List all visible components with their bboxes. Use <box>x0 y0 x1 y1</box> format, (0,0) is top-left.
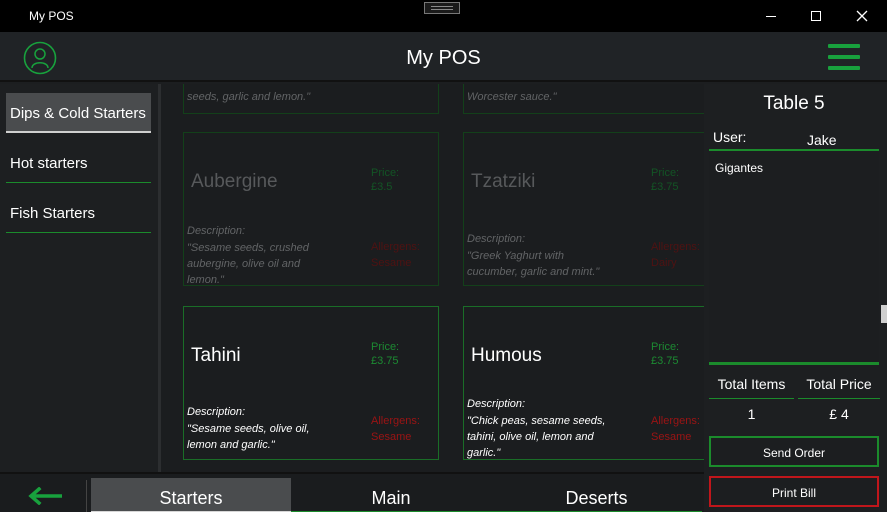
minimize-button[interactable] <box>749 0 795 32</box>
order-item[interactable]: Gigantes <box>715 161 763 175</box>
product-card-tzatziki[interactable]: Tzatziki Price: £3.75 Description: "Gree… <box>463 132 704 286</box>
total-price-value: £ 4 <box>829 406 849 422</box>
order-panel: Table 5 User: Jake Gigantes Total Items … <box>704 84 887 512</box>
divider <box>709 362 879 365</box>
window-title: My POS <box>29 9 74 23</box>
allergens-label: Allergens: <box>651 415 700 427</box>
sidebar-item-hot-starters[interactable]: Hot starters <box>6 143 151 183</box>
order-items-list[interactable]: Gigantes <box>709 151 879 363</box>
price-label: Price: <box>651 167 680 179</box>
product-description: seeds, garlic and lemon." <box>187 91 311 103</box>
price-label: Price: <box>371 167 400 179</box>
hamburger-menu-icon[interactable] <box>828 44 860 70</box>
maximize-button[interactable] <box>795 0 841 32</box>
divider <box>86 480 87 512</box>
product-description: "Sesame seeds, crushed aubergine, olive … <box>187 242 309 286</box>
allergens-value: Sesame <box>651 431 692 443</box>
product-name: Aubergine <box>191 171 278 192</box>
product-card-partial[interactable]: Worcester sauce." <box>463 84 704 114</box>
course-tab-bar: Starters Main Deserts <box>0 472 704 512</box>
product-description: "Sesame seeds, olive oil, lemon and garl… <box>187 423 310 451</box>
user-label: User: <box>713 129 747 145</box>
tab-main[interactable]: Main <box>291 478 491 512</box>
total-items-value: 1 <box>747 406 756 422</box>
product-name: Tzatziki <box>471 171 536 192</box>
app-header: My POS <box>0 32 887 82</box>
print-bill-button[interactable]: Print Bill <box>709 476 879 507</box>
price-value: £3.5 <box>371 181 393 193</box>
product-card-humous[interactable]: Humous Price: £3.75 Description: "Chick … <box>463 306 704 460</box>
tab-deserts[interactable]: Deserts <box>491 478 702 512</box>
product-grid: seeds, garlic and lemon." Worcester sauc… <box>161 84 704 472</box>
window-titlebar: My POS <box>0 0 887 32</box>
total-items-label: Total Items <box>709 370 794 399</box>
product-description: "Greek Yaghurt with cucumber, garlic and… <box>467 250 600 278</box>
product-description: "Chick peas, sesame seeds, tahini, olive… <box>467 415 606 459</box>
user-value: Jake <box>807 132 837 148</box>
scrollbar-thumb[interactable] <box>881 305 887 323</box>
price-label: Price: <box>651 341 680 353</box>
description-label: Description: <box>467 233 526 245</box>
total-price-label: Total Price <box>798 370 880 399</box>
product-description: Worcester sauce." <box>467 91 557 103</box>
back-arrow-icon <box>28 487 62 505</box>
minimize-icon <box>766 16 776 17</box>
product-card-partial[interactable]: seeds, garlic and lemon." <box>183 84 439 114</box>
tab-starters[interactable]: Starters <box>91 478 291 512</box>
close-button[interactable] <box>841 0 887 32</box>
allergens-value: Sesame <box>371 257 412 269</box>
price-value: £3.75 <box>651 355 679 367</box>
allergens-value: Dairy <box>651 257 677 269</box>
send-order-button[interactable]: Send Order <box>709 436 879 467</box>
allergens-label: Allergens: <box>651 241 700 253</box>
close-icon <box>856 10 868 22</box>
price-label: Price: <box>371 341 400 353</box>
product-name: Humous <box>471 345 542 366</box>
allergens-label: Allergens: <box>371 241 420 253</box>
app-title: My POS <box>406 47 481 69</box>
allergens-value: Sesame <box>371 431 412 443</box>
sidebar-item-dips-cold-starters[interactable]: Dips & Cold Starters <box>6 93 151 133</box>
sidebar-item-fish-starters[interactable]: Fish Starters <box>6 193 151 233</box>
product-card-tahini[interactable]: Tahini Price: £3.75 Description: "Sesame… <box>183 306 439 460</box>
price-value: £3.75 <box>651 181 679 193</box>
description-label: Description: <box>187 225 246 237</box>
table-title: Table 5 <box>763 93 825 114</box>
category-sidebar: Dips & Cold Starters Hot starters Fish S… <box>0 84 158 472</box>
product-name: Tahini <box>191 345 241 366</box>
description-label: Description: <box>187 406 246 418</box>
product-card-aubergine[interactable]: Aubergine Price: £3.5 Description: "Sesa… <box>183 132 439 286</box>
description-label: Description: <box>467 398 526 410</box>
maximize-icon <box>811 11 821 21</box>
allergens-label: Allergens: <box>371 415 420 427</box>
drag-handle-icon[interactable] <box>424 2 460 14</box>
price-value: £3.75 <box>371 355 399 367</box>
back-button[interactable] <box>0 474 88 512</box>
